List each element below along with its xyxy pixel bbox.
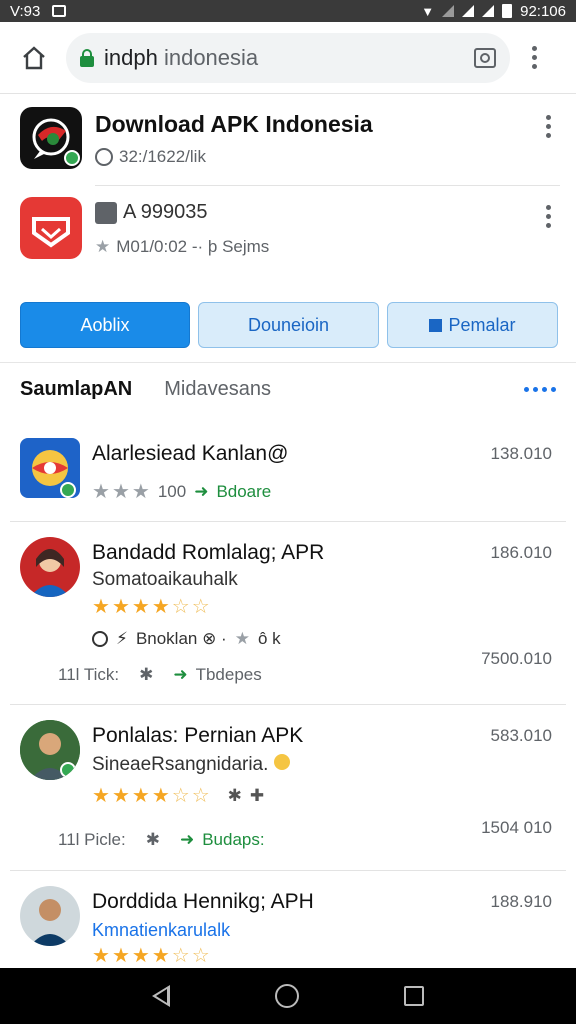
app-logo-icon [20,107,82,169]
battery-icon [502,4,513,18]
check-icon: ✚ [249,786,265,805]
item-name: Bandadd Romlalag; APR [92,541,325,564]
download-row: 11l Tick: ✱ ➜ Tbdepes [58,665,262,684]
avatar [20,886,80,946]
rating-stars: ★ ★ ★ ★ ☆ ☆ [92,596,210,618]
square-icon [429,318,443,332]
app-card-title-2: A 999035 [95,201,208,224]
item-size: 138.010 [490,444,552,463]
item-name: Dorddida Hennikg; APH [92,890,314,913]
app-card-meta: 32:/1622/lik [95,147,206,167]
signal-icon [442,5,455,17]
document-icon [95,201,117,224]
rating-stars: ★ ★ ★ ★ ☆ ☆ [92,945,210,967]
status-time-left: V:93 [10,2,41,20]
card-divider [95,185,560,186]
download-button[interactable]: Douneioin [198,302,379,348]
item-subtitle: Somatoaikauhalk [92,569,238,590]
primary-action-button[interactable]: Aoblix [20,302,190,348]
item-name: Ponlalas: Pernian APK [92,724,304,747]
avatar [20,537,80,597]
item-divider [10,704,566,705]
tertiary-action-button[interactable]: Pemalar [387,302,558,348]
arrow-icon: ➜ [179,830,195,849]
star-icon: ★ [95,237,111,256]
card-menu-button-2[interactable] [536,201,560,231]
item-subtitle: SineaeRsangnidaria. [92,754,290,776]
list-item[interactable]: Alarlesiead Kanlan@ 138.010 ★ ★ ★ 100 ➜ Bd… [20,438,556,518]
list-item[interactable]: Dorddida Hennikg; APH 188.910 Kmnatienka… [20,886,556,968]
pin-icon: ✱ [145,830,160,849]
list-item[interactable]: Ponlalas: Pernian APK 583.010 SineaeRsan… [20,720,556,860]
section-divider [0,362,576,363]
wifi-icon: ▼ [421,3,435,19]
star-icon: ★ [234,629,250,648]
system-nav-bar [0,968,576,1024]
browser-toolbar: indph indonesia [0,22,576,94]
pin-icon: ✱ [139,665,154,684]
status-time-right: 92:106 [520,2,566,20]
app-red-icon [20,197,82,259]
rating-stars: ★ ★ ★ ★ ☆ ☆ ✱ ✚ [92,785,265,807]
pin-icon: ✱ [227,786,242,805]
url-text: indph indonesia [104,44,259,70]
tab-switcher-icon[interactable] [474,47,496,68]
app-card-meta-2: ★ M01/0:02 -· þ Sejms [95,237,270,256]
home-nav-icon[interactable] [274,984,299,1008]
app-card-download-apk[interactable]: Download APK Indonesia 32:/1622/lik [20,107,560,195]
action-button-row: Aoblix Douneioin Pemalar [20,302,558,348]
home-icon [23,45,45,69]
lock-icon [80,48,94,67]
item-divider [10,521,566,522]
tab-bar: SaumlapAN Midavesans [20,378,556,401]
tab-inactive[interactable]: Midavesans [164,378,271,401]
info-row: ⚡ Bnoklan ⊗ · ★ ô k [92,629,281,649]
item-size-secondary: 1504 010 [481,818,552,837]
emoji-icon [92,631,108,647]
signal-secondary-icon [482,5,495,17]
list-item[interactable]: Bandadd Romlalag; APR 186.010 Somatoaika… [20,537,556,697]
tag-icon: ➜ [194,482,209,501]
browser-menu-button[interactable] [522,38,546,78]
app-card-second[interactable]: A 999035 ★ M01/0:02 -· þ Sejms [20,197,560,285]
status-bar: V:93 ▼ 92:106 [0,0,576,22]
card-menu-button[interactable] [536,111,560,141]
item-name: Alarlesiead Kanlan@ [92,442,289,465]
tab-active[interactable]: SaumlapAN [20,378,132,401]
recent-apps-icon[interactable] [403,986,424,1006]
item-size: 188.910 [490,892,552,911]
avatar [20,720,80,780]
item-divider [10,870,566,871]
item-size: 186.010 [490,543,552,562]
emoji-icon [95,148,113,166]
arrow-icon: ➜ [173,665,188,684]
home-button[interactable] [14,38,54,78]
signal-strong-icon [462,5,475,17]
coin-icon [273,754,290,770]
verified-badge-icon [64,150,80,166]
rating-row: ★ ★ ★ 100 ➜ Bdoare [92,481,272,503]
download-row: 11l Picle: ✱ ➜ Budaps: [58,830,265,849]
app-card-title: Download APK Indonesia [95,111,373,137]
back-icon[interactable] [152,985,171,1007]
app-icon [20,438,80,498]
item-size-secondary: 7500.010 [481,649,552,668]
item-subtitle: Kmnatienkarulalk [92,920,231,940]
fire-icon: ⚡ [116,629,128,648]
item-size: 583.010 [490,726,552,745]
address-bar[interactable]: indph indonesia [66,32,510,83]
more-options-icon[interactable] [524,387,556,392]
image-notification-icon [52,5,67,17]
